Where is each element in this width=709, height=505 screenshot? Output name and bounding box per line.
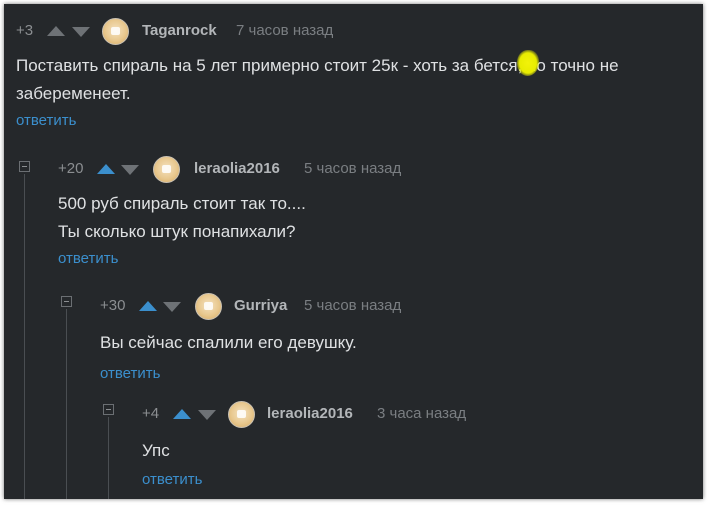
avatar[interactable] (228, 401, 255, 428)
upvote-arrow-icon[interactable] (97, 164, 115, 174)
comment-header: +3 Taganrock 7 часов назад (16, 18, 696, 45)
upvote-arrow-icon[interactable] (173, 409, 191, 419)
comment-rating: +20 (58, 160, 84, 177)
thread-line[interactable] (108, 417, 109, 499)
comment-3: +30 Gurriya 5 часов назад Вы сейчас спал… (100, 293, 690, 382)
comment-time[interactable]: 5 часов назад (304, 297, 401, 314)
downvote-arrow-icon[interactable] (163, 302, 181, 312)
comment-1: +3 Taganrock 7 часов назад Поставить спи… (16, 18, 696, 129)
collapse-icon[interactable] (103, 404, 114, 415)
collapse-icon[interactable] (61, 296, 72, 307)
upvote-arrow-icon[interactable] (47, 26, 65, 36)
reply-link[interactable]: ответить (16, 112, 696, 129)
comments-panel: +3 Taganrock 7 часов назад Поставить спи… (4, 4, 703, 499)
upvote-arrow-icon[interactable] (139, 301, 157, 311)
comment-time[interactable]: 7 часов назад (236, 22, 333, 39)
thread-line[interactable] (66, 309, 67, 499)
reply-link[interactable]: ответить (100, 365, 690, 382)
avatar[interactable] (195, 293, 222, 320)
comment-text-line: 500 руб спираль стоит так то.... (58, 194, 306, 213)
comment-text-line: Поставить спираль на 5 лет примерно стои… (16, 56, 619, 75)
comment-2: +20 leraolia2016 5 часов назад 500 руб с… (58, 156, 688, 267)
comment-username[interactable]: Taganrock (142, 22, 217, 39)
collapse-icon[interactable] (19, 161, 30, 172)
comment-text-line: Вы сейчас спалили его девушку. (100, 333, 357, 352)
comment-username[interactable]: leraolia2016 (267, 405, 353, 422)
comment-rating: +30 (100, 297, 126, 314)
comment-rating: +4 (142, 405, 160, 422)
comment-username[interactable]: Gurriya (234, 297, 287, 314)
downvote-arrow-icon[interactable] (72, 27, 90, 37)
downvote-arrow-icon[interactable] (198, 410, 216, 420)
comment-time[interactable]: 5 часов назад (304, 160, 401, 177)
reply-link[interactable]: ответить (58, 250, 688, 267)
comment-header: +30 Gurriya 5 часов назад (100, 293, 690, 320)
comment-4: +4 leraolia2016 3 часа назад Упс ответит… (142, 401, 692, 488)
comment-header: +20 leraolia2016 5 часов назад (58, 156, 688, 183)
reply-link[interactable]: ответить (142, 471, 692, 488)
comment-time[interactable]: 3 часа назад (377, 405, 466, 422)
avatar[interactable] (153, 156, 180, 183)
comment-text-line: Ты сколько штук понапихали? (58, 222, 296, 241)
comment-text-line: забеременеет. (16, 84, 131, 103)
thread-line[interactable] (24, 174, 25, 499)
comment-header: +4 leraolia2016 3 часа назад (142, 401, 692, 428)
avatar[interactable] (102, 18, 129, 45)
downvote-arrow-icon[interactable] (121, 165, 139, 175)
comment-rating: +3 (16, 22, 34, 39)
comment-text-line: Упс (142, 441, 170, 460)
comment-username[interactable]: leraolia2016 (194, 160, 280, 177)
